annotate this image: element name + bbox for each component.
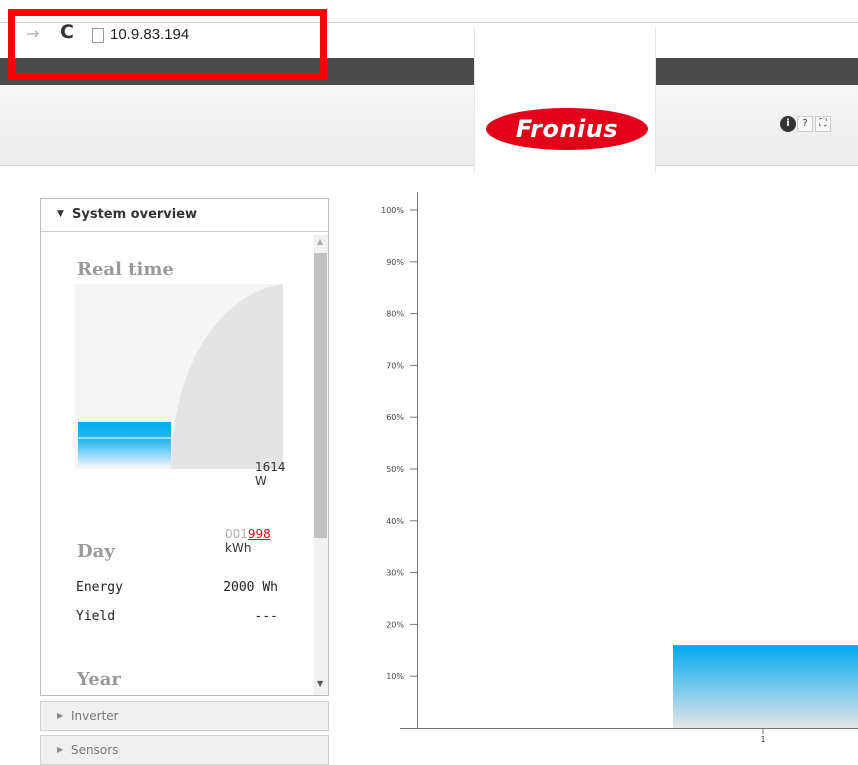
sensors-panel[interactable]: ▶ Sensors xyxy=(40,735,329,765)
day-title: Day xyxy=(77,541,115,562)
energy-digits-red: 998 xyxy=(247,527,271,541)
y-tick-label: 100% xyxy=(381,206,404,215)
fronius-logo[interactable]: Fronius xyxy=(486,108,648,150)
logo-column xyxy=(474,28,656,172)
y-tick-label: 90% xyxy=(386,258,404,267)
chart-bar xyxy=(673,645,858,728)
scrollbar-thumb[interactable] xyxy=(314,253,327,538)
energy-digits-gray: 001 xyxy=(225,527,248,541)
red-highlight-box xyxy=(8,9,327,80)
system-overview-panel: ▼ System overview ▲ ▼ Real time 1614 W 0… xyxy=(40,198,329,696)
x-axis-line xyxy=(400,728,858,729)
inverter-label: Inverter xyxy=(71,709,119,723)
info-icon[interactable]: i xyxy=(780,116,796,132)
help-icon[interactable]: ? xyxy=(797,116,813,132)
day-yield-value: --- xyxy=(254,609,278,624)
day-yield-label: Yield xyxy=(76,609,116,624)
y-tick-label: 40% xyxy=(386,517,404,526)
y-axis-line xyxy=(417,192,418,728)
y-tick-label: 50% xyxy=(386,465,404,474)
day-energy-value: 2000 Wh xyxy=(223,580,278,595)
realtime-energy: 001998 kWh xyxy=(225,527,283,555)
caret-right-icon: ▶ xyxy=(57,711,64,720)
scroll-up-icon[interactable]: ▲ xyxy=(317,237,323,246)
y-tick-label: 70% xyxy=(386,361,404,370)
sensors-label: Sensors xyxy=(71,743,119,757)
energy-unit: kWh xyxy=(225,541,252,555)
inverter-panel[interactable]: ▶ Inverter xyxy=(40,701,329,731)
chart-gap xyxy=(474,729,654,754)
y-tick-label: 30% xyxy=(386,569,404,578)
caret-right-icon: ▶ xyxy=(57,745,64,754)
y-tick-label: 80% xyxy=(386,310,404,319)
realtime-gauge: 1614 W 001998 kWh xyxy=(75,284,286,555)
day-energy-label: Energy xyxy=(76,580,123,595)
panel-title: System overview xyxy=(72,207,198,222)
year-title: Year xyxy=(77,669,121,690)
production-chart: 10% 20% 30% 40% 50% 60% 70% 80% 90% 100% 1 xyxy=(340,186,858,754)
scroll-down-icon[interactable]: ▼ xyxy=(317,679,323,688)
system-overview-header[interactable]: ▼ System overview xyxy=(41,199,328,232)
y-tick-label: 60% xyxy=(386,413,404,422)
realtime-title: Real time xyxy=(77,259,174,280)
caret-down-icon: ▼ xyxy=(57,209,64,219)
fullscreen-icon[interactable]: ⛶ xyxy=(815,116,831,132)
app-header xyxy=(0,85,858,166)
x-tick-label: 1 xyxy=(760,735,765,744)
y-tick-label: 10% xyxy=(386,672,404,681)
y-tick-label: 20% xyxy=(386,620,404,629)
realtime-power: 1614 W xyxy=(255,460,286,488)
